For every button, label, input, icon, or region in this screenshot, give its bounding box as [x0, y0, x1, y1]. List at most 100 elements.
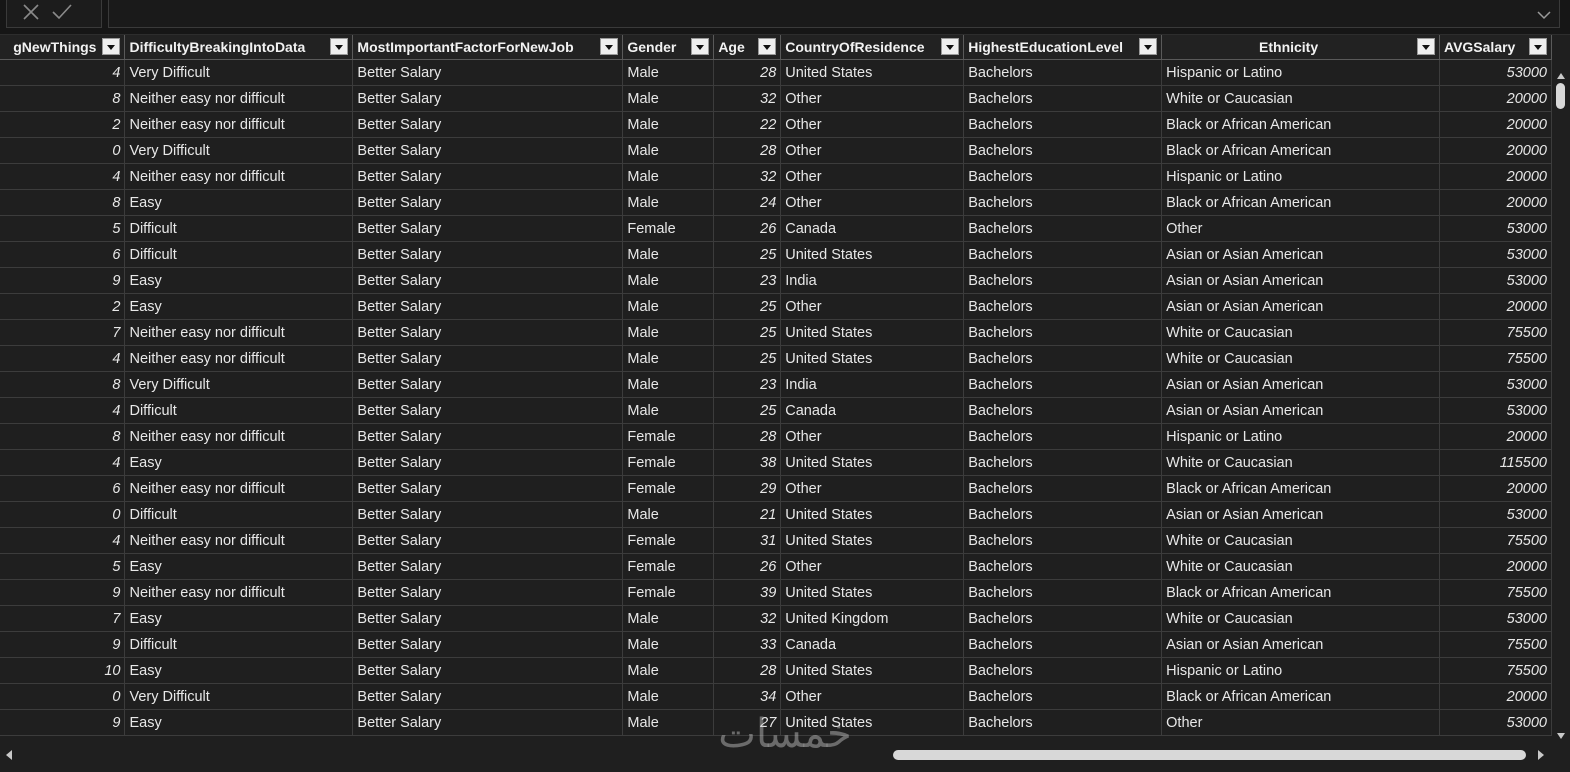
table-cell[interactable]: Better Salary: [352, 527, 624, 554]
table-cell[interactable]: 20000: [1439, 475, 1552, 502]
column-header[interactable]: Gender: [622, 35, 715, 60]
table-cell[interactable]: 20000: [1439, 111, 1552, 138]
table-cell[interactable]: Female: [622, 449, 715, 476]
table-cell[interactable]: Other: [780, 137, 965, 164]
table-cell[interactable]: Male: [622, 683, 715, 710]
table-cell[interactable]: Bachelors: [963, 475, 1163, 502]
table-cell[interactable]: Bachelors: [963, 423, 1163, 450]
table-cell[interactable]: 22: [713, 111, 782, 138]
table-cell[interactable]: Bachelors: [963, 319, 1163, 346]
table-cell[interactable]: 25: [713, 241, 782, 268]
table-cell[interactable]: 0: [0, 501, 126, 528]
table-cell[interactable]: 20000: [1439, 293, 1552, 320]
table-cell[interactable]: Neither easy nor difficult: [124, 527, 354, 554]
table-cell[interactable]: 9: [0, 709, 126, 736]
table-cell[interactable]: 23: [713, 371, 782, 398]
column-header[interactable]: HighestEducationLevel: [963, 35, 1163, 60]
table-cell[interactable]: 4: [0, 449, 126, 476]
table-cell[interactable]: 25: [713, 293, 782, 320]
table-cell[interactable]: 4: [0, 163, 126, 190]
table-cell[interactable]: Better Salary: [352, 657, 624, 684]
table-cell[interactable]: Better Salary: [352, 397, 624, 424]
table-cell[interactable]: Bachelors: [963, 215, 1163, 242]
table-cell[interactable]: 53000: [1439, 397, 1552, 424]
table-cell[interactable]: Better Salary: [352, 241, 624, 268]
table-cell[interactable]: White or Caucasian: [1161, 605, 1440, 632]
table-cell[interactable]: Better Salary: [352, 579, 624, 606]
table-cell[interactable]: Neither easy nor difficult: [124, 85, 354, 112]
filter-dropdown-icon[interactable]: [941, 38, 960, 55]
table-cell[interactable]: Other: [780, 293, 965, 320]
table-cell[interactable]: 53000: [1439, 241, 1552, 268]
table-cell[interactable]: Other: [780, 163, 965, 190]
table-cell[interactable]: Male: [622, 163, 715, 190]
table-cell[interactable]: Male: [622, 293, 715, 320]
column-header[interactable]: Age: [713, 35, 782, 60]
table-cell[interactable]: Better Salary: [352, 553, 624, 580]
table-cell[interactable]: Bachelors: [963, 501, 1163, 528]
table-cell[interactable]: Other: [1161, 215, 1440, 242]
table-cell[interactable]: 10: [0, 657, 126, 684]
table-cell[interactable]: Bachelors: [963, 189, 1163, 216]
table-cell[interactable]: 53000: [1439, 215, 1552, 242]
table-cell[interactable]: Easy: [124, 605, 354, 632]
table-cell[interactable]: 34: [713, 683, 782, 710]
table-cell[interactable]: 8: [0, 371, 126, 398]
table-cell[interactable]: 53000: [1439, 709, 1552, 736]
table-cell[interactable]: United States: [780, 345, 965, 372]
table-cell[interactable]: Black or African American: [1161, 111, 1440, 138]
table-cell[interactable]: Male: [622, 605, 715, 632]
table-cell[interactable]: United States: [780, 241, 965, 268]
table-cell[interactable]: Bachelors: [963, 241, 1163, 268]
table-cell[interactable]: Better Salary: [352, 501, 624, 528]
table-cell[interactable]: Canada: [780, 215, 965, 242]
table-cell[interactable]: Other: [780, 111, 965, 138]
table-cell[interactable]: Bachelors: [963, 631, 1163, 658]
table-cell[interactable]: Better Salary: [352, 475, 624, 502]
table-cell[interactable]: Hispanic or Latino: [1161, 59, 1440, 86]
table-cell[interactable]: Male: [622, 85, 715, 112]
table-cell[interactable]: Asian or Asian American: [1161, 267, 1440, 294]
table-cell[interactable]: 0: [0, 683, 126, 710]
filter-dropdown-icon[interactable]: [1417, 38, 1435, 55]
table-cell[interactable]: Female: [622, 475, 715, 502]
table-cell[interactable]: Male: [622, 59, 715, 86]
table-cell[interactable]: Male: [622, 241, 715, 268]
table-cell[interactable]: Black or African American: [1161, 579, 1440, 606]
table-cell[interactable]: Bachelors: [963, 449, 1163, 476]
table-cell[interactable]: 20000: [1439, 553, 1552, 580]
column-header[interactable]: DifficultyBreakingIntoData: [124, 35, 354, 60]
table-cell[interactable]: United States: [780, 657, 965, 684]
table-cell[interactable]: 75500: [1439, 631, 1552, 658]
table-cell[interactable]: 26: [713, 553, 782, 580]
table-cell[interactable]: Male: [622, 137, 715, 164]
check-icon[interactable]: [51, 2, 73, 25]
table-cell[interactable]: 33: [713, 631, 782, 658]
table-cell[interactable]: 23: [713, 267, 782, 294]
table-cell[interactable]: 39: [713, 579, 782, 606]
table-cell[interactable]: 2: [0, 293, 126, 320]
table-cell[interactable]: Hispanic or Latino: [1161, 163, 1440, 190]
table-cell[interactable]: 75500: [1439, 345, 1552, 372]
table-cell[interactable]: United States: [780, 449, 965, 476]
scroll-down-arrow-icon[interactable]: [1557, 733, 1565, 739]
table-cell[interactable]: 24: [713, 189, 782, 216]
filter-dropdown-icon[interactable]: [758, 38, 777, 55]
table-cell[interactable]: Bachelors: [963, 579, 1163, 606]
table-cell[interactable]: Female: [622, 215, 715, 242]
filter-dropdown-icon[interactable]: [102, 38, 121, 55]
table-cell[interactable]: 20000: [1439, 189, 1552, 216]
column-header[interactable]: AVGSalary: [1439, 35, 1552, 60]
table-cell[interactable]: Better Salary: [352, 605, 624, 632]
table-cell[interactable]: 32: [713, 605, 782, 632]
scroll-left-arrow-icon[interactable]: [6, 750, 12, 760]
table-cell[interactable]: Bachelors: [963, 709, 1163, 736]
table-cell[interactable]: Other: [780, 683, 965, 710]
table-cell[interactable]: 2: [0, 111, 126, 138]
table-cell[interactable]: 53000: [1439, 501, 1552, 528]
scroll-right-arrow-icon[interactable]: [1538, 750, 1544, 760]
table-cell[interactable]: 20000: [1439, 137, 1552, 164]
table-cell[interactable]: 28: [713, 657, 782, 684]
table-cell[interactable]: 25: [713, 397, 782, 424]
table-cell[interactable]: Canada: [780, 631, 965, 658]
